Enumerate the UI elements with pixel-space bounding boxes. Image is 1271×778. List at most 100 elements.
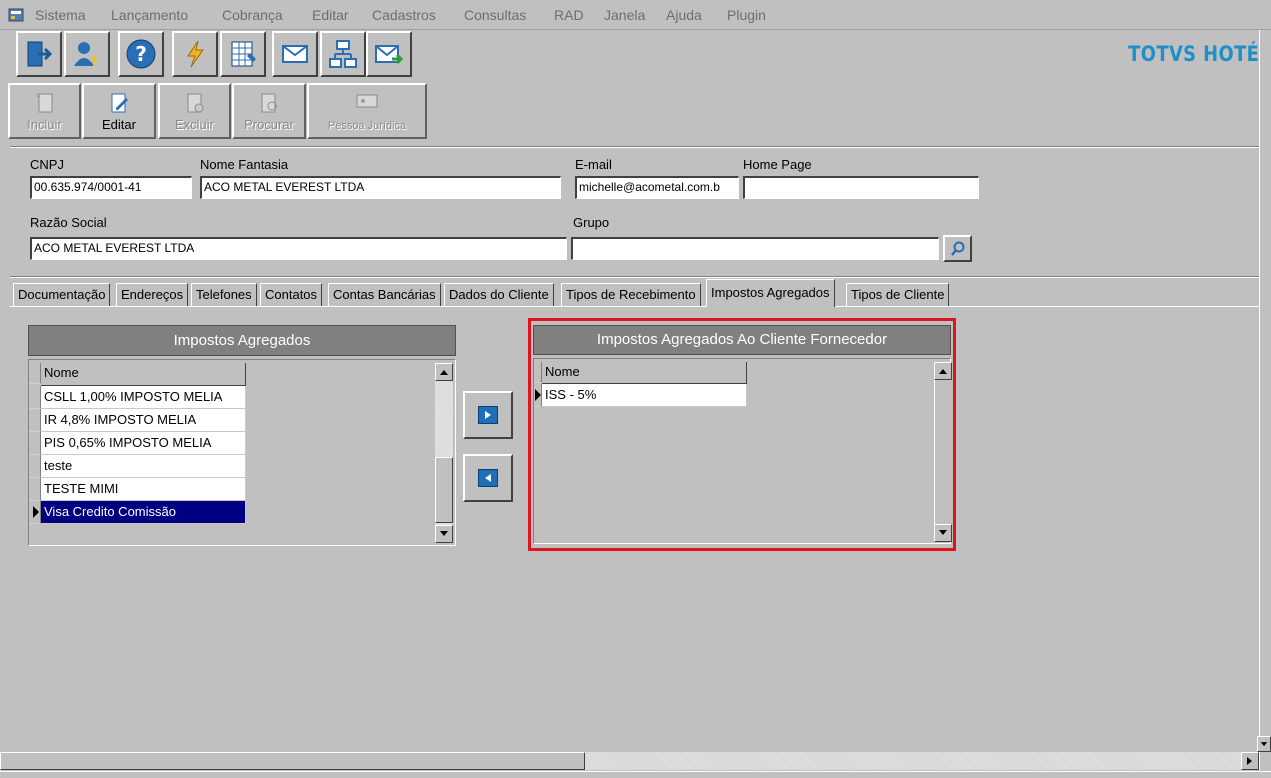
mail-icon <box>282 45 308 63</box>
email-label: E-mail <box>575 157 612 172</box>
arrow-right-icon <box>478 406 498 424</box>
tab-dados-do-cliente[interactable]: Dados do Cliente <box>444 283 554 306</box>
mail-button[interactable] <box>272 31 318 77</box>
lightning-button[interactable] <box>172 31 218 77</box>
editar-button[interactable]: Editar <box>82 83 156 139</box>
menu-sistema[interactable]: Sistema <box>35 7 86 23</box>
window-vertical-scrollbar[interactable] <box>1259 30 1271 770</box>
pessoa-juridica-button[interactable]: Pessoa Jurídica <box>307 83 427 139</box>
menu-cadastros[interactable]: Cadastros <box>372 7 436 23</box>
search-document-icon <box>261 93 277 113</box>
menu-janela[interactable]: Janela <box>604 7 645 23</box>
help-button[interactable]: ? <box>118 31 164 77</box>
divider <box>10 146 1271 148</box>
incluir-label: Incluir <box>27 117 62 132</box>
scroll-thumb[interactable] <box>435 457 453 523</box>
list-item[interactable]: IR 4,8% IMPOSTO MELIA <box>41 409 246 432</box>
procurar-label: Procurar <box>244 117 294 132</box>
list-item-selected[interactable]: Visa Credito Comissão <box>41 501 246 524</box>
lightning-icon <box>187 40 204 68</box>
mail-send-icon <box>375 45 404 65</box>
tab-documentacao[interactable]: Documentação <box>13 283 111 306</box>
brand-logo: TOTVS HOTÉ <box>1127 42 1259 66</box>
list-item[interactable]: PIS 0,65% IMPOSTO MELIA <box>41 432 246 455</box>
excluir-button[interactable]: Excluir <box>158 83 231 139</box>
scroll-up-button[interactable] <box>435 363 453 381</box>
user-key-icon <box>74 42 97 67</box>
remove-imposto-button[interactable] <box>463 454 513 502</box>
calculator-icon <box>231 41 256 67</box>
menu-bar: Sistema Lançamento Cobrança Editar Cadas… <box>0 0 1271 30</box>
current-row-arrow-icon <box>33 506 39 518</box>
pessoa-juridica-label: Pessoa Jurídica <box>327 120 407 132</box>
list-item[interactable]: CSLL 1,00% IMPOSTO MELIA <box>41 386 246 409</box>
nome-fantasia-field[interactable]: ACO METAL EVEREST LTDA <box>200 176 561 199</box>
list-item[interactable]: teste <box>41 455 246 478</box>
left-grid-column-header[interactable]: Nome <box>41 363 246 386</box>
tab-enderecos[interactable]: Endereços <box>116 283 189 306</box>
incluir-button[interactable]: Incluir <box>8 83 81 139</box>
editar-label: Editar <box>102 117 136 132</box>
row-indicator <box>29 478 41 501</box>
arrow-left-icon <box>478 469 498 487</box>
exit-button[interactable] <box>16 31 62 77</box>
menu-plugin[interactable]: Plugin <box>727 7 766 23</box>
tab-contas-bancarias[interactable]: Contas Bancárias <box>328 283 441 306</box>
arrow-down-icon <box>1260 741 1268 746</box>
arrow-down-icon <box>440 531 448 536</box>
search-icon <box>950 241 964 256</box>
row-indicator-current <box>29 501 41 524</box>
razao-social-field[interactable]: ACO METAL EVEREST LTDA <box>30 237 567 260</box>
highlight-box <box>528 318 956 551</box>
grupo-label: Grupo <box>573 215 610 230</box>
razao-social-label: Razão Social <box>30 215 107 230</box>
nome-fantasia-label: Nome Fantasia <box>200 157 289 172</box>
delete-document-icon <box>187 93 203 113</box>
list-item[interactable]: TESTE MIMI <box>41 478 246 501</box>
procurar-button[interactable]: Procurar <box>232 83 306 139</box>
menu-rad[interactable]: RAD <box>554 7 584 23</box>
row-indicator <box>29 386 41 409</box>
email-field[interactable]: michelle@acometal.com.b <box>575 176 739 199</box>
edit-document-icon <box>111 93 128 113</box>
scroll-down-button[interactable] <box>435 525 453 543</box>
svg-text:?: ? <box>135 42 147 66</box>
cnpj-label: CNPJ <box>30 157 64 172</box>
tab-tipos-de-recebimento[interactable]: Tipos de Recebimento <box>561 283 701 306</box>
exit-icon <box>27 41 53 67</box>
help-icon: ? <box>126 39 156 69</box>
tab-impostos-agregados[interactable]: Impostos Agregados <box>706 279 835 307</box>
row-indicator <box>29 409 41 432</box>
grupo-search-button[interactable] <box>943 235 972 262</box>
network-icon <box>329 40 357 68</box>
homepage-label: Home Page <box>743 157 812 172</box>
new-document-icon <box>36 93 52 113</box>
menu-consultas[interactable]: Consultas <box>464 7 526 23</box>
tab-telefones[interactable]: Telefones <box>191 283 257 306</box>
left-grid: Nome CSLL 1,00% IMPOSTO MELIA IR 4,8% IM… <box>28 359 456 546</box>
homepage-field[interactable] <box>743 176 979 199</box>
horizontal-scroll-thumb[interactable] <box>0 752 585 770</box>
row-indicator <box>29 432 41 455</box>
add-imposto-button[interactable] <box>463 391 513 439</box>
mail-send-button[interactable] <box>366 31 412 77</box>
arrow-up-icon <box>440 370 448 375</box>
cnpj-field[interactable]: 00.635.974/0001-41 <box>30 176 192 199</box>
tab-contatos[interactable]: Contatos <box>260 283 323 306</box>
id-card-icon <box>356 94 378 108</box>
menu-cobranca[interactable]: Cobrança <box>222 7 283 23</box>
calculator-button[interactable] <box>220 31 266 77</box>
menu-lancamento[interactable]: Lançamento <box>111 7 188 23</box>
left-grid-title: Impostos Agregados <box>28 325 456 356</box>
tab-tipos-de-cliente[interactable]: Tipos de Cliente <box>846 283 950 306</box>
menu-ajuda[interactable]: Ajuda <box>666 7 702 23</box>
network-button[interactable] <box>320 31 366 77</box>
user-key-button[interactable] <box>64 31 110 77</box>
scroll-right-button[interactable] <box>1241 752 1259 770</box>
grupo-field[interactable] <box>571 237 939 260</box>
tab-divider <box>10 306 1271 307</box>
window-scroll-down-button[interactable] <box>1257 736 1271 752</box>
row-indicator-header <box>29 363 41 384</box>
menu-editar[interactable]: Editar <box>312 7 349 23</box>
excluir-label: Excluir <box>174 117 214 132</box>
